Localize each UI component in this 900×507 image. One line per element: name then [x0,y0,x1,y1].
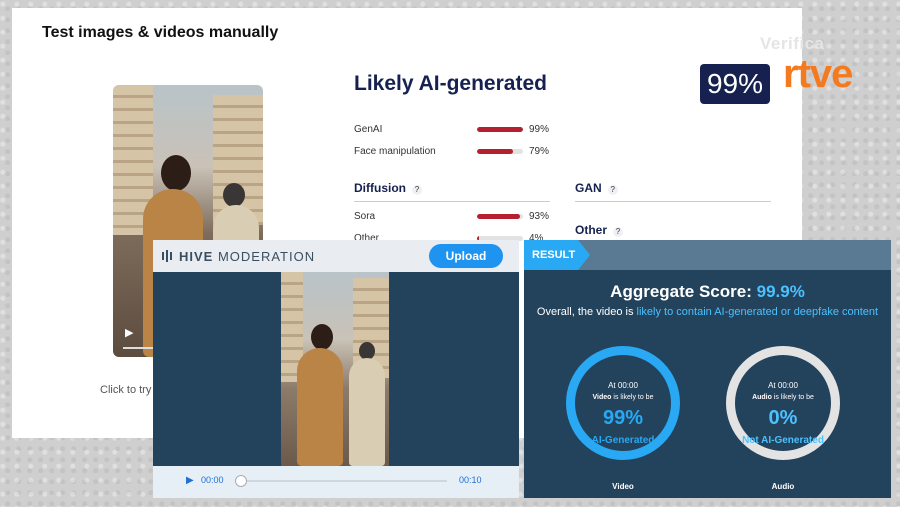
play-icon[interactable]: ▶ [186,475,194,486]
aggregate-label: Aggregate Score: [610,282,752,301]
hive-panel: HIVE MODERATION Upload ▶ 00:00 00:10 [153,240,519,498]
hive-header: HIVE MODERATION Upload [153,240,519,272]
result-header: RESULT [524,240,891,270]
ring-kind: AI-Generated [591,435,655,446]
metric-bar-fill [477,149,514,154]
seek-bar[interactable] [239,480,447,482]
ring-caption-rest: is likely to be [611,394,654,401]
hive-logo-rest: MODERATION [213,249,316,264]
ring-percent: 0% [768,407,798,429]
gan-heading: GAN? [575,181,618,195]
metric-bar [477,127,523,132]
gan-label: GAN [575,181,602,195]
current-time: 00:00 [201,475,224,485]
overall-summary: Overall, the video is likely to contain … [536,304,879,320]
verifica-logo: Verifica [760,34,825,53]
aggregate-score: Aggregate Score: 99.9% [524,282,891,302]
video-score-ring: At 00:00 Video is likely to be 99% AI-Ge… [566,346,680,460]
metric-bar-fill [477,127,523,132]
metric-value: 99% [529,124,550,135]
result-panel: RESULT Aggregate Score: 99.9% Overall, t… [524,240,891,498]
upload-button[interactable]: Upload [429,244,503,268]
metric-value: 79% [529,146,550,157]
ring-subject: Video [592,394,612,401]
other-label: Other [575,223,608,237]
hive-logo-icon [162,250,172,262]
hive-logo-bold: HIVE [179,249,214,264]
ring-kind: Not AI-Generated [742,435,824,446]
divider [575,201,771,202]
ring-caption: Video is likely to be [575,394,671,401]
result-tag: RESULT [524,240,590,270]
rtve-logo: rtve [783,52,853,96]
verdict-heading: Likely AI-generated [354,72,547,95]
aggregate-value: 99.9% [756,282,805,301]
audio-ring-label: Audio [771,482,795,491]
audio-score-ring: At 00:00 Audio is likely to be 0% Not AI… [726,346,840,460]
metric-bar-fill [477,214,520,219]
hive-logo-text: HIVE MODERATION [179,249,315,264]
score-badge: 99% [700,64,770,104]
ring-caption-rest: is likely to be [771,394,814,401]
ring-time: At 00:00 [608,381,638,390]
metric-value: 93% [529,211,550,222]
hive-video-preview[interactable] [281,272,389,466]
play-icon[interactable]: ▶ [125,326,133,339]
metric-label: GenAI [354,124,383,135]
ring-time: At 00:00 [768,381,798,390]
page-title: Test images & videos manually [42,24,279,41]
ring-subject: Audio [752,394,772,401]
help-icon[interactable]: ? [607,185,618,195]
overall-prefix: Overall, the video is [536,306,637,318]
duration: 00:10 [459,475,482,485]
help-icon[interactable]: ? [613,227,624,237]
help-icon[interactable]: ? [412,185,422,195]
diffusion-label: Diffusion [354,181,406,195]
other-heading: Other? [575,223,624,237]
divider [354,201,550,202]
diffusion-heading: Diffusion? [354,181,422,195]
click-to-try-text: Click to try [100,384,152,396]
overall-highlight: likely to contain AI-generated or deepfa… [636,306,879,318]
video-ring-label: Video [612,482,634,491]
video-controls: ▶ 00:00 00:10 [153,466,519,498]
metric-label: Face manipulation [354,146,436,157]
ring-caption: Audio is likely to be [735,394,831,401]
metric-bar [477,214,523,219]
metric-bar [477,149,523,154]
seek-handle[interactable] [235,475,247,487]
metric-label: Sora [354,211,376,222]
ring-percent: 99% [602,407,644,429]
